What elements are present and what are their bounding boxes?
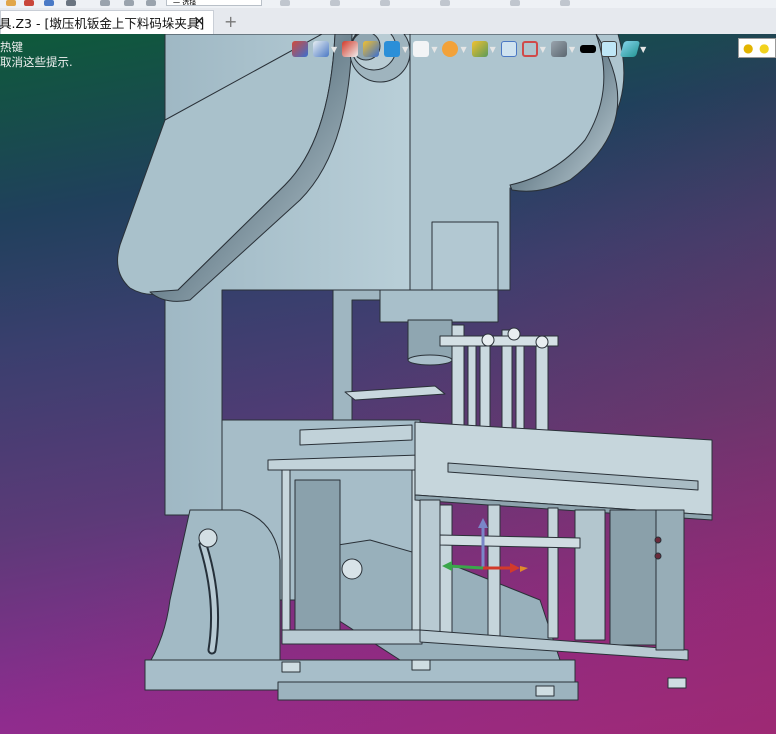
quick-tool-icon[interactable] bbox=[440, 0, 450, 6]
document-tab[interactable]: 具.Z3 - [墩压机钣金上下料码垛夹具] ✕ bbox=[0, 10, 214, 34]
quick-tool-icon[interactable] bbox=[380, 0, 390, 6]
chevron-down-icon[interactable]: ▼ bbox=[569, 45, 575, 54]
rotate-view-icon[interactable] bbox=[292, 41, 308, 57]
document-tab-title: 具.Z3 - [墩压机钣金上下料码垛夹具] bbox=[0, 16, 205, 31]
print-icon[interactable] bbox=[66, 0, 76, 6]
3d-viewport[interactable]: 热键 取消这些提示. ▼ ▼ ▼ ▼ ▼ ▼ ▼ ▼ ● ● bbox=[0, 34, 776, 734]
pen-icon[interactable] bbox=[342, 41, 359, 57]
view-toolbar: ▼ ▼ ▼ ▼ ▼ ▼ ▼ ▼ bbox=[292, 38, 646, 60]
search-icon[interactable] bbox=[146, 0, 156, 6]
lightbulb-icon: ● bbox=[743, 41, 754, 55]
save-icon[interactable] bbox=[44, 0, 54, 6]
color-swatch-black-icon[interactable] bbox=[580, 45, 597, 53]
open-icon[interactable] bbox=[24, 0, 34, 6]
lighting-toggle[interactable]: ● ● bbox=[738, 38, 776, 58]
add-tab-button[interactable]: + bbox=[224, 12, 237, 31]
chevron-down-icon[interactable]: ▼ bbox=[490, 45, 496, 54]
color-swatch-cyan-icon[interactable] bbox=[601, 41, 618, 57]
redo-icon[interactable] bbox=[124, 0, 134, 6]
filter-icon[interactable] bbox=[471, 41, 488, 57]
zoom-fit-icon[interactable] bbox=[500, 41, 517, 57]
chevron-down-icon[interactable]: ▼ bbox=[640, 45, 646, 54]
chevron-down-icon[interactable]: ▼ bbox=[331, 45, 337, 54]
selection-filter-select[interactable]: 一 选择 bbox=[166, 0, 262, 6]
dimension-icon[interactable] bbox=[521, 41, 538, 57]
close-icon[interactable]: ✕ bbox=[193, 14, 205, 30]
chevron-down-icon[interactable]: ▼ bbox=[540, 45, 546, 54]
quick-tool-icon[interactable] bbox=[560, 0, 570, 6]
document-tab-bar: 具.Z3 - [墩压机钣金上下料码垛夹具] ✕ + bbox=[0, 8, 776, 35]
render-mode-icon[interactable] bbox=[550, 41, 567, 57]
quick-tool-icon[interactable] bbox=[510, 0, 520, 6]
press-machine-model[interactable] bbox=[0, 34, 776, 734]
view-dir-icon[interactable] bbox=[313, 41, 329, 57]
quick-tool-icon[interactable] bbox=[280, 0, 290, 6]
undo-icon[interactable] bbox=[100, 0, 110, 6]
shade-icon[interactable] bbox=[363, 41, 380, 57]
new-file-icon[interactable] bbox=[6, 0, 16, 6]
lightbulb-icon: ● bbox=[759, 41, 770, 55]
quick-tool-icon[interactable] bbox=[330, 0, 340, 6]
box-view-icon[interactable] bbox=[384, 41, 401, 57]
section-icon[interactable] bbox=[442, 41, 459, 57]
cube-view-icon[interactable] bbox=[413, 41, 430, 57]
chevron-down-icon[interactable]: ▼ bbox=[431, 45, 437, 54]
layer-icon[interactable] bbox=[619, 41, 641, 57]
chevron-down-icon[interactable]: ▼ bbox=[402, 45, 408, 54]
chevron-down-icon[interactable]: ▼ bbox=[460, 45, 466, 54]
